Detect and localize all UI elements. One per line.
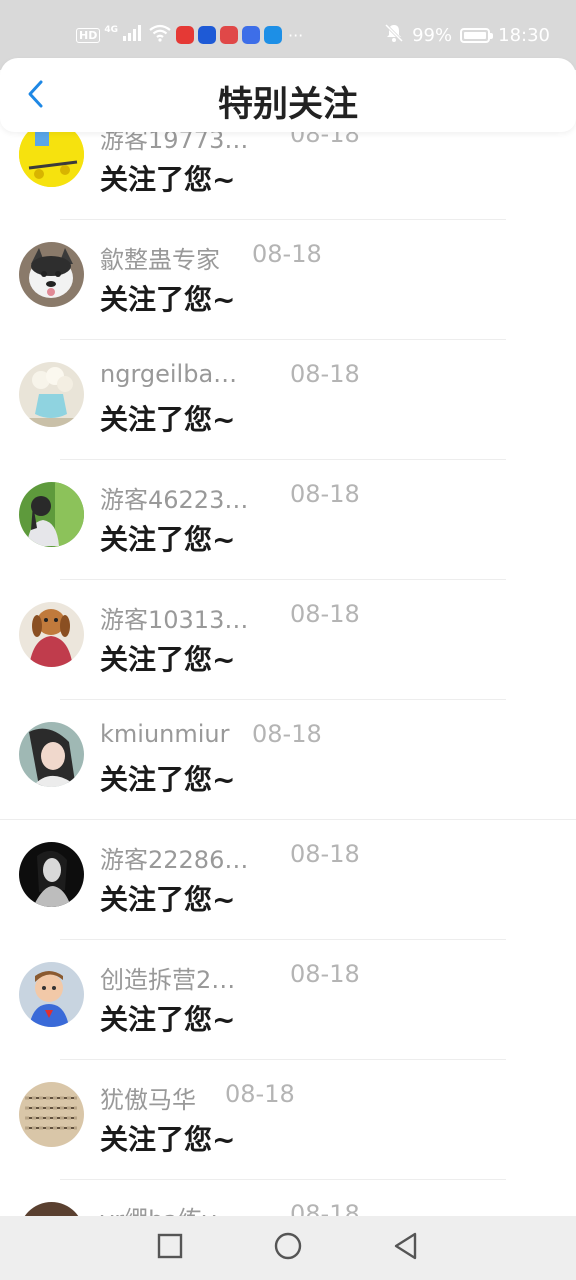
signal-icon — [122, 24, 144, 46]
item-message: 关注了您~ — [100, 1123, 236, 1156]
user-name: 游客46223… — [100, 486, 249, 514]
item-message: 关注了您~ — [100, 763, 236, 796]
home-button[interactable] — [274, 1232, 302, 1264]
avatar — [19, 482, 84, 547]
item-date: 08-18 — [290, 840, 360, 868]
list-item[interactable]: 歙整蛊专家 08-18 关注了您~ — [0, 220, 576, 340]
item-message: 关注了您~ — [100, 643, 236, 676]
system-nav-bar — [0, 1216, 576, 1280]
list-item[interactable]: yr绷ba练y 08-18 — [0, 1180, 576, 1216]
item-date: 08-18 — [252, 720, 322, 748]
item-date: 08-18 — [252, 240, 322, 268]
item-date: 08-18 — [290, 480, 360, 508]
recent-apps-icon — [157, 1233, 183, 1263]
user-name: 游客10313… — [100, 606, 249, 634]
list-item[interactable]: 游客46223… 08-18 关注了您~ — [0, 460, 576, 580]
follow-list[interactable]: 游客19773… 08-18 关注了您~ 歙整蛊专家 08-18 关注了您~ n… — [0, 132, 576, 1216]
item-date: 08-18 — [290, 360, 360, 388]
item-date: 08-18 — [290, 960, 360, 988]
network-type: 4G — [104, 25, 118, 35]
item-date: 08-18 — [290, 132, 360, 148]
user-name: ngrgeilba… — [100, 360, 238, 388]
back-triangle-icon — [393, 1232, 419, 1264]
avatar — [19, 722, 84, 787]
user-name: 歙整蛊专家 — [100, 246, 220, 274]
avatar — [19, 842, 84, 907]
user-name: 游客22286… — [100, 846, 249, 874]
user-name: 创造拆营2… — [100, 966, 236, 994]
list-item[interactable]: 游客19773… 08-18 关注了您~ — [0, 132, 576, 220]
item-message: 关注了您~ — [100, 523, 236, 556]
app-search-icon — [264, 26, 282, 44]
avatar — [19, 242, 84, 307]
list-item[interactable]: kmiunmiur 08-18 关注了您~ — [0, 700, 576, 820]
battery-percent: 99% — [412, 24, 453, 46]
item-message: 关注了您~ — [100, 163, 236, 196]
hd-indicator: HD — [76, 27, 101, 43]
item-date: 08-18 — [225, 1080, 295, 1108]
home-icon — [274, 1232, 302, 1264]
user-name: 犹傲马华 — [100, 1086, 196, 1114]
avatar — [19, 602, 84, 667]
title-bar: 特别关注 — [0, 58, 576, 132]
battery-icon — [460, 27, 494, 43]
item-message: 关注了您~ — [100, 883, 236, 916]
wifi-icon — [148, 24, 172, 46]
user-name: 游客19773… — [100, 132, 249, 154]
list-item[interactable]: 犹傲马华 08-18 关注了您~ — [0, 1060, 576, 1180]
item-message: 关注了您~ — [100, 403, 236, 436]
mute-icon — [384, 23, 404, 48]
item-date: 08-18 — [290, 1200, 360, 1216]
list-item[interactable]: ngrgeilba… 08-18 关注了您~ — [0, 340, 576, 460]
status-right: 99% 18:30 — [384, 23, 550, 48]
app-red-icon — [176, 26, 194, 44]
avatar — [19, 362, 84, 427]
recent-apps-button[interactable] — [156, 1233, 184, 1263]
back-nav-button[interactable] — [392, 1232, 420, 1264]
item-message: 关注了您~ — [100, 283, 236, 316]
app-blue-bulb-icon — [198, 26, 216, 44]
item-date: 08-18 — [290, 600, 360, 628]
app-red-mail-icon — [220, 26, 238, 44]
more-notifications: ··· — [288, 25, 304, 45]
list-item[interactable]: 创造拆营2… 08-18 关注了您~ — [0, 940, 576, 1060]
list-item[interactable]: 游客22286… 08-18 关注了您~ — [0, 820, 576, 940]
clock: 18:30 — [498, 24, 550, 46]
avatar — [19, 1202, 84, 1216]
item-message: 关注了您~ — [100, 1003, 236, 1036]
avatar — [19, 132, 84, 187]
list-item[interactable]: 游客10313… 08-18 关注了您~ — [0, 580, 576, 700]
user-name: yr绷ba练y — [100, 1200, 216, 1216]
status-left: HD 4G ··· — [76, 24, 303, 46]
avatar — [19, 962, 84, 1027]
avatar — [19, 1082, 84, 1147]
app-music-icon — [242, 26, 260, 44]
follow-list-content: 游客19773… 08-18 关注了您~ 歙整蛊专家 08-18 关注了您~ n… — [0, 132, 576, 1216]
user-name: kmiunmiur — [100, 720, 230, 748]
battery-level — [464, 31, 486, 39]
page-title: 特别关注 — [217, 85, 358, 125]
